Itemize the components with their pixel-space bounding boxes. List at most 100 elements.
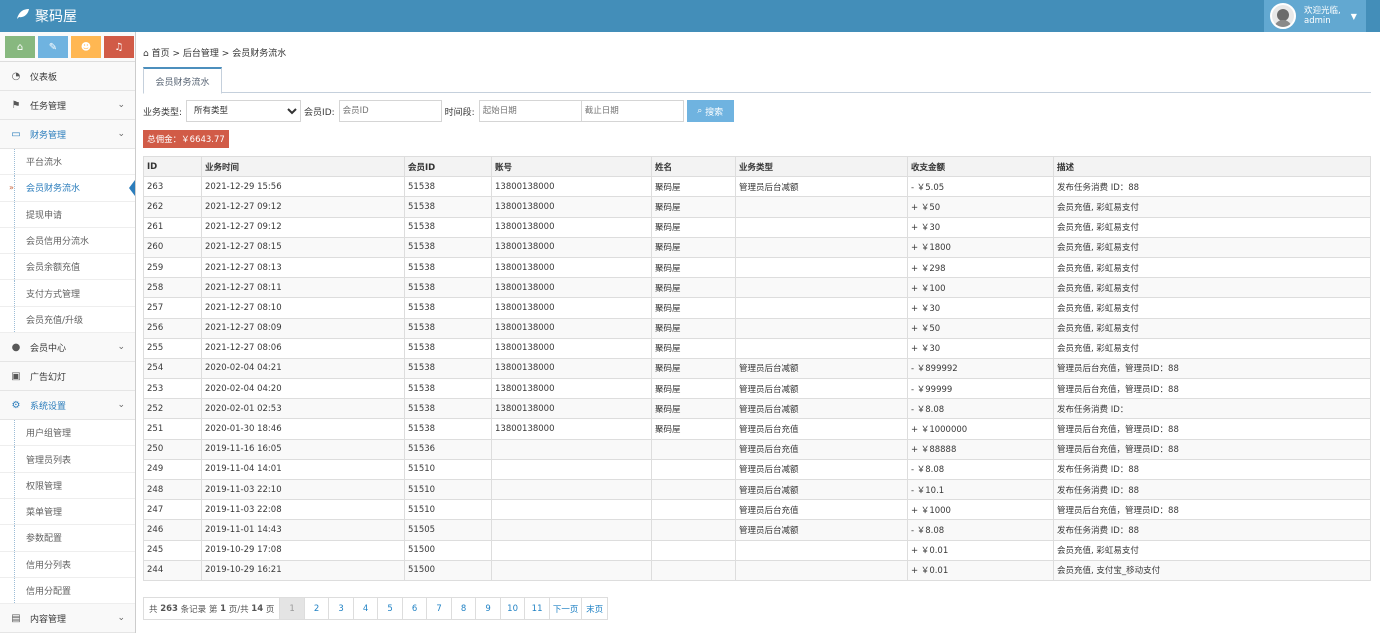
page-link[interactable]: 6: [403, 598, 428, 619]
sidebar-subitem-admin-list[interactable]: 管理员列表: [0, 446, 135, 473]
bell-shortcut-button[interactable]: ♫: [104, 36, 134, 58]
table-cell: [491, 438, 652, 460]
table-cell: 聚码屋: [651, 398, 736, 420]
table-cell: 2019-11-03 22:08: [201, 499, 405, 521]
table-cell: 51500: [404, 539, 492, 561]
table-cell: 2019-11-16 16:05: [201, 438, 405, 460]
table-cell: [651, 438, 736, 460]
sidebar-subitem-user-groups[interactable]: 用户组管理: [0, 420, 135, 447]
sidebar-subitem-withdraw[interactable]: 提现申请: [0, 201, 135, 228]
home-shortcut-button[interactable]: ⌂: [5, 36, 35, 58]
page-link[interactable]: 10: [501, 598, 526, 619]
sidebar-item-ads[interactable]: ▣ 广告幻灯: [0, 362, 135, 392]
table-cell: 会员充值, 彩虹易支付: [1053, 317, 1371, 339]
table-cell: 13800138000: [491, 398, 652, 420]
users-shortcut-button[interactable]: ☻: [71, 36, 101, 58]
sidebar-item-dashboard[interactable]: ◔ 仪表板: [0, 62, 135, 91]
sidebar-item-settings[interactable]: ⚙ 系统设置 ⌄: [0, 391, 135, 421]
table-cell: 会员充值, 彩虹易支付: [1053, 256, 1371, 279]
page-link[interactable]: 2: [305, 598, 330, 619]
pencil-shortcut-button[interactable]: ✎: [38, 36, 68, 58]
start-date-input[interactable]: [478, 100, 582, 122]
table-cell: 248: [143, 478, 202, 501]
table-cell: 2021-12-29 15:56: [201, 176, 405, 198]
table-cell: 2021-12-27 08:13: [201, 256, 405, 279]
table-cell: - ￥8.08: [907, 458, 1054, 481]
sidebar-subitem-permissions[interactable]: 权限管理: [0, 472, 135, 499]
page-link[interactable]: 末页: [582, 598, 607, 619]
sidebar-item-label: 信用分配置: [26, 587, 72, 597]
sidebar-item-content[interactable]: ▤ 内容管理 ⌄: [0, 604, 135, 633]
table-row: 252 2020-02-01 02:53 51538 13800138000 聚码屋 管理…: [143, 398, 1371, 420]
table-cell: 51510: [404, 478, 492, 501]
sidebar-subitem-balance-recharge[interactable]: 会员余额充值: [0, 254, 135, 281]
sidebar-subitem-credit-config[interactable]: 信用分配置: [0, 577, 135, 605]
page-link[interactable]: 下一页: [550, 598, 583, 619]
table-cell: [735, 256, 908, 279]
avatar: [1270, 3, 1296, 29]
page-link[interactable]: 5: [378, 598, 403, 619]
page-link[interactable]: 1: [280, 598, 305, 619]
column-header: 业务类型: [735, 155, 908, 178]
table-cell: 13800138000: [491, 216, 652, 238]
table-cell: 51510: [404, 499, 492, 521]
sidebar-subitem-payment-methods[interactable]: 支付方式管理: [0, 280, 135, 307]
table-cell: + ￥0.01: [907, 539, 1054, 561]
pagination-total: 263: [160, 603, 178, 614]
table-cell: 262: [143, 196, 202, 218]
sidebar-subitem-credit-list[interactable]: 信用分列表: [0, 551, 135, 578]
table-cell: + ￥100: [907, 277, 1054, 299]
page-link[interactable]: 9: [476, 598, 501, 619]
breadcrumb-home-link[interactable]: 首页: [152, 49, 170, 59]
sidebar-subitem-menus[interactable]: 菜单管理: [0, 498, 135, 526]
table-cell: 254: [143, 357, 202, 380]
table-cell: 255: [143, 337, 202, 359]
page-link[interactable]: 8: [452, 598, 477, 619]
sidebar-item-members[interactable]: ● 会员中心 ⌄: [0, 333, 135, 363]
table-cell: 260: [143, 236, 202, 258]
home-icon: ⌂: [16, 41, 24, 53]
end-date-input[interactable]: [580, 100, 684, 122]
table-cell: 会员充值, 彩虹易支付: [1053, 216, 1371, 238]
table-cell: 发布任务消费 ID：: [1053, 398, 1371, 420]
table-cell: 2020-01-30 18:46: [201, 418, 405, 440]
table-cell: 聚码屋: [651, 216, 736, 238]
tab-member-finance-flow[interactable]: 会员财务流水: [143, 67, 222, 94]
table-cell: 2020-02-01 02:53: [201, 398, 405, 420]
page-link[interactable]: 3: [329, 598, 354, 619]
pagination-text: 页/共: [228, 604, 249, 615]
table-cell: 51538: [404, 357, 492, 380]
type-label: 业务类型:: [143, 107, 183, 118]
sidebar-item-label: 内容管理: [30, 614, 67, 625]
table-cell: 2021-12-27 08:10: [201, 297, 405, 319]
sidebar-subitem-params[interactable]: 参数配置: [0, 525, 135, 552]
sidebar-item-label: 任务管理: [30, 101, 67, 112]
brand[interactable]: 聚码屋: [16, 6, 77, 26]
breadcrumb-admin-link[interactable]: 后台管理: [183, 49, 219, 59]
type-select[interactable]: 所有类型: [186, 100, 302, 122]
sidebar-subitem-recharge-upgrade[interactable]: 会员充值/升级: [0, 306, 135, 334]
sidebar-subitem-credit-flow[interactable]: 会员信用分流水: [0, 227, 135, 255]
table-cell: 51538: [404, 236, 492, 258]
page-link[interactable]: 4: [354, 598, 379, 619]
column-header: ID: [143, 155, 202, 178]
angle-right-icon: »: [9, 183, 14, 193]
sidebar-item-finance[interactable]: ▭ 财务管理 ⌄: [0, 120, 135, 149]
sidebar-item-label: 支付方式管理: [26, 289, 81, 300]
member-id-input[interactable]: [338, 100, 442, 122]
search-button[interactable]: ⌕ 搜索: [686, 100, 734, 122]
page-link[interactable]: 11: [525, 598, 550, 619]
sidebar-subitem-platform-flow[interactable]: 平台流水: [0, 149, 135, 176]
page-link[interactable]: 7: [427, 598, 452, 619]
sidebar-item-label: 菜单管理: [26, 508, 63, 519]
user-menu[interactable]: 欢迎光临, admin ▼: [1264, 0, 1366, 32]
sidebar-item-tasks[interactable]: ⚑ 任务管理 ⌄: [0, 91, 135, 120]
sidebar-subitem-member-finance-flow[interactable]: » 会员财务流水: [0, 175, 135, 202]
breadcrumb: ⌂ 首页 > 后台管理 > 会员财务流水: [137, 32, 1380, 72]
table-cell: 管理员后台充值，管理员ID：88: [1053, 418, 1371, 440]
sidebar-item-label: 广告幻灯: [30, 372, 67, 383]
table-cell: 13800138000: [491, 317, 652, 339]
table-cell: 13800138000: [491, 378, 652, 400]
table-row: 250 2019-11-16 16:05 51536 管理员后台充值 + ￥88888 管…: [143, 438, 1371, 460]
table-cell: 2021-12-27 09:12: [201, 196, 405, 218]
